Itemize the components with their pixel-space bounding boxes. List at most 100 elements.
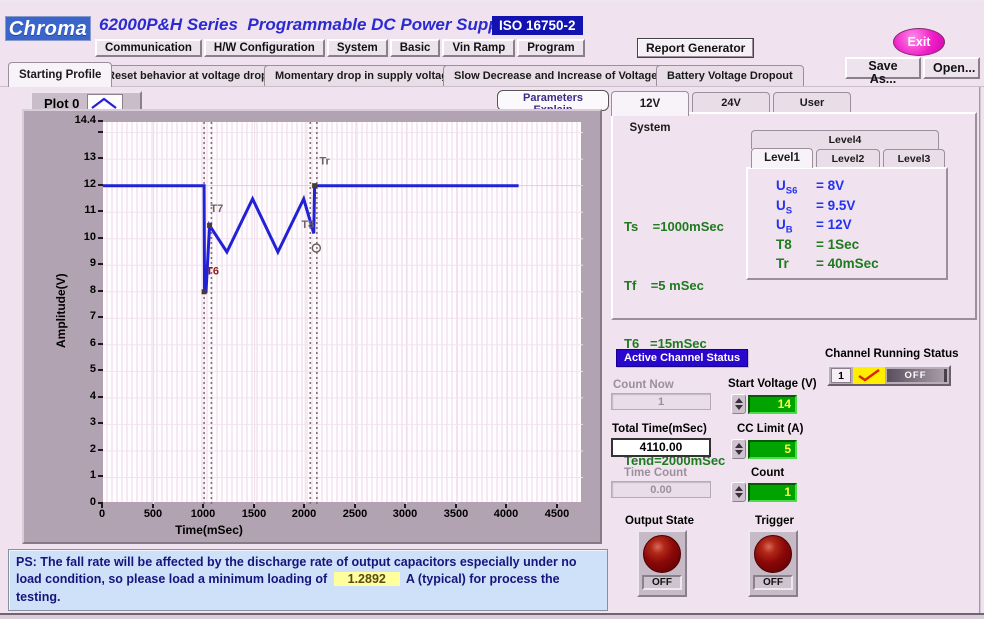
channel-running-status-control[interactable]: 1 OFF <box>827 365 951 386</box>
tab-user-define[interactable]: User Define <box>773 92 851 113</box>
param-ub-sub: B <box>786 225 793 236</box>
tab-level1[interactable]: Level1 <box>751 148 813 168</box>
window-bottom-strip <box>0 615 984 619</box>
decrement-icon[interactable] <box>735 405 743 410</box>
start-voltage-label: Start Voltage (V) <box>728 378 817 390</box>
menu-system-button[interactable]: System <box>327 39 388 57</box>
y-axis-tick-label: 3 <box>52 416 96 428</box>
param-tr: Tr = 40mSec <box>776 256 879 276</box>
timing-parameters: Ts =1000mSec Tf =5 mSec T6 =15mSec T7 =5… <box>624 178 725 510</box>
param-t8-value: = 1Sec <box>816 237 859 257</box>
tab-slow-decrease-increase[interactable]: Slow Decrease and Increase of Voltage <box>443 65 668 86</box>
y-axis-tick-label: 14.4 <box>52 114 96 126</box>
menu-vin-ramp-button[interactable]: Vin Ramp <box>442 39 515 57</box>
channel-number-box: 1 <box>831 368 851 383</box>
param-tr-name: Tr <box>776 256 789 271</box>
count-spinner[interactable] <box>731 482 746 502</box>
channel-checkbox[interactable] <box>853 367 885 384</box>
param-us-sub: S <box>786 205 792 216</box>
decrement-icon[interactable] <box>735 493 743 498</box>
param-us6-value: = 8V <box>816 178 844 198</box>
tab-starting-profile[interactable]: Starting Profile <box>8 62 112 87</box>
y-axis-tick-label: 9 <box>52 257 96 269</box>
parameters-explain-button[interactable]: Parameters Explain <box>497 90 609 111</box>
increment-icon[interactable] <box>735 398 743 403</box>
param-ub: UB = 12V <box>776 217 879 237</box>
x-axis-tick-label: 3500 <box>436 508 476 520</box>
param-t8: T8 = 1Sec <box>776 237 879 257</box>
tab-24v-system[interactable]: 24V System <box>692 92 770 113</box>
y-axis-tick <box>98 396 103 398</box>
param-t8-name: T8 <box>776 237 792 252</box>
exit-button[interactable]: Exit <box>893 28 945 56</box>
y-axis-tick <box>98 157 103 159</box>
output-state-control: OFF <box>637 530 687 597</box>
x-axis-title: Time(mSec) <box>144 523 274 537</box>
total-time-label: Total Time(mSec) <box>612 423 707 435</box>
menu-program-button[interactable]: Program <box>517 39 584 57</box>
start-voltage-control: 14 <box>731 394 797 414</box>
timing-tf: Tf =5 mSec <box>624 276 725 296</box>
menu-communication-button[interactable]: Communication <box>95 39 202 57</box>
tab-level2[interactable]: Level2 <box>816 149 880 168</box>
param-us-name: U <box>776 198 786 213</box>
param-us6-name: U <box>776 178 786 193</box>
count-now-label: Count Now <box>613 379 674 391</box>
cc-limit-spinner[interactable] <box>731 439 746 459</box>
param-us: US = 9.5V <box>776 198 879 218</box>
y-axis-tick <box>98 369 103 371</box>
y-axis-tick <box>98 120 103 122</box>
x-axis-tick-label: 4500 <box>537 508 577 520</box>
tab-level3[interactable]: Level3 <box>883 149 945 168</box>
trigger-label: Trigger <box>755 515 794 527</box>
y-axis-tick-label: 1 <box>52 469 96 481</box>
count-field[interactable]: 1 <box>748 483 797 502</box>
tab-momentary-drop[interactable]: Momentary drop in supply voltage <box>264 65 465 86</box>
waveform-graph-panel: Amplitude(V) Time(mSec) T6T7T8Tr 14.4131… <box>22 109 602 544</box>
y-axis-tick-label: 13 <box>52 151 96 163</box>
menu-bar: Communication H/W Configuration System B… <box>95 39 585 57</box>
output-state-value: OFF <box>642 575 682 590</box>
increment-icon[interactable] <box>735 486 743 491</box>
y-axis-tick-label: 8 <box>52 284 96 296</box>
tab-12v-system[interactable]: 12V System <box>611 91 689 116</box>
iso-standard-badge: ISO 16750-2 <box>492 16 583 35</box>
tab-reset-behavior[interactable]: Reset behavior at voltage drop <box>96 65 279 86</box>
y-axis-tick <box>98 343 103 345</box>
y-axis-tick-label: 7 <box>52 310 96 322</box>
decrement-icon[interactable] <box>735 450 743 455</box>
x-axis-tick-label: 2000 <box>284 508 324 520</box>
output-state-button[interactable] <box>643 535 681 573</box>
total-time-field[interactable]: 4110.00 <box>611 438 711 457</box>
waveform-plot-area[interactable]: T6T7T8Tr <box>102 121 582 503</box>
timing-ts: Ts =1000mSec <box>624 217 725 237</box>
tab-level4[interactable]: Level4 <box>751 130 939 149</box>
x-axis-tick-label: 2500 <box>335 508 375 520</box>
x-axis-tick-label: 4000 <box>486 508 526 520</box>
y-axis-tick-label: 0 <box>52 496 96 508</box>
menu-basic-button[interactable]: Basic <box>390 39 441 57</box>
ps-note: PS: The fall rate will be affected by th… <box>8 549 608 611</box>
increment-icon[interactable] <box>735 443 743 448</box>
cc-limit-field[interactable]: 5 <box>748 440 797 459</box>
trigger-button[interactable] <box>754 535 792 573</box>
y-axis-tick <box>98 422 103 424</box>
trigger-value: OFF <box>753 575 793 590</box>
application-window: Chroma 62000P&H Series Programmable DC P… <box>0 0 984 619</box>
channel-running-status-label: Channel Running Status <box>825 348 959 360</box>
param-ub-name: U <box>776 217 786 232</box>
start-voltage-spinner[interactable] <box>731 394 746 414</box>
svg-text:T7: T7 <box>210 203 223 215</box>
output-state-label: Output State <box>625 515 694 527</box>
param-us6-sub: S6 <box>786 186 798 197</box>
check-icon <box>855 368 883 383</box>
time-count-label: Time Count <box>624 467 687 479</box>
start-voltage-field[interactable]: 14 <box>748 395 797 414</box>
x-axis-tick-label: 500 <box>133 508 173 520</box>
tab-battery-voltage-dropout[interactable]: Battery Voltage Dropout <box>656 65 804 86</box>
y-axis-tick-label: 6 <box>52 337 96 349</box>
svg-text:Tr: Tr <box>319 155 330 167</box>
menu-hw-configuration-button[interactable]: H/W Configuration <box>204 39 325 57</box>
report-generator-button[interactable]: Report Generator <box>637 38 754 58</box>
y-axis-tick-label: 5 <box>52 363 96 375</box>
